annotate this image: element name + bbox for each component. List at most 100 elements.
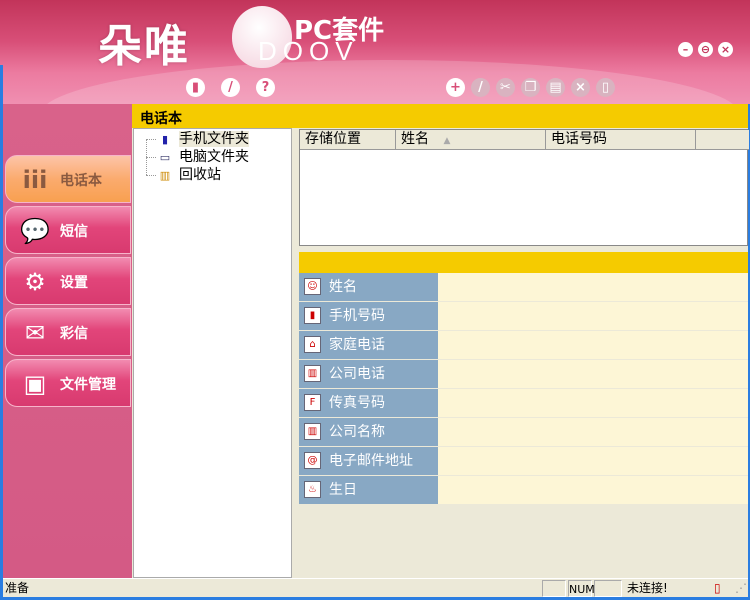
- disconnected-phone-icon: ▯: [714, 581, 721, 595]
- num-lock-indicator: NUM: [568, 580, 595, 597]
- detail-value-field[interactable]: [438, 476, 748, 504]
- sidebar-item-label: 彩信: [60, 326, 88, 342]
- sidebar-item-file-manager[interactable]: ▣ 文件管理: [5, 359, 131, 407]
- sms-icon: 💬: [20, 217, 50, 245]
- tree-node-label: 电脑文件夹: [179, 149, 249, 165]
- detail-label: ☺ 姓名: [299, 273, 438, 301]
- mms-icon: ✉: [24, 319, 46, 347]
- detail-label-text: 公司电话: [329, 366, 385, 382]
- phone-icon: ▮: [161, 133, 169, 146]
- detail-label-text: 手机号码: [329, 308, 385, 324]
- fax-icon: F: [304, 394, 321, 411]
- birthday-icon: ♨: [304, 481, 321, 498]
- sidebar-item-label: 电话本: [60, 173, 102, 189]
- sidebar-item-settings[interactable]: ⚙ 设置: [5, 257, 131, 305]
- export-button[interactable]: ▯: [596, 78, 615, 97]
- resize-grip-icon[interactable]: ⋰: [735, 579, 747, 597]
- email-icon: @: [304, 452, 321, 469]
- detail-row: ▥ 公司名称: [299, 418, 748, 446]
- detail-label: ▥ 公司电话: [299, 360, 438, 388]
- edit-button[interactable]: /: [471, 78, 490, 97]
- close-button[interactable]: ×: [718, 42, 733, 57]
- status-bar: 准备 NUM 未连接! ▯ ⋰: [3, 578, 748, 597]
- sidebar-item-sms[interactable]: 💬 短信: [5, 206, 131, 254]
- detail-row: F 传真号码: [299, 389, 748, 417]
- tree-node-phone[interactable]: ▮ 手机文件夹: [158, 130, 249, 148]
- paste-button[interactable]: ▤: [546, 78, 565, 97]
- folder-tree[interactable]: ▮ 手机文件夹 ▭ 电脑文件夹 ▥ 回收站: [133, 128, 292, 578]
- detail-label-text: 公司名称: [329, 424, 385, 440]
- minimize-button[interactable]: –: [678, 42, 693, 57]
- tree-line: [146, 157, 156, 158]
- detail-value-field[interactable]: [438, 360, 748, 388]
- detail-row: @ 电子邮件地址: [299, 447, 748, 475]
- tree-node-label: 手机文件夹: [179, 131, 249, 147]
- new-button[interactable]: ▮: [186, 78, 205, 97]
- detail-label: ▥ 公司名称: [299, 418, 438, 446]
- tree-node-recycle-bin[interactable]: ▥ 回收站: [158, 166, 221, 184]
- sidebar-item-label: 文件管理: [60, 377, 116, 393]
- detail-value-field[interactable]: [438, 302, 748, 330]
- column-header-storage[interactable]: 存储位置: [300, 130, 396, 150]
- detail-label-text: 电子邮件地址: [329, 453, 413, 469]
- cut-button[interactable]: ✂: [496, 78, 515, 97]
- detail-label-text: 家庭电话: [329, 337, 385, 353]
- status-text: 准备: [5, 581, 30, 595]
- detail-label-text: 生日: [329, 482, 357, 498]
- detail-value-field[interactable]: [438, 273, 748, 301]
- contacts-icon: iii: [22, 166, 48, 194]
- company-icon: ▥: [304, 423, 321, 440]
- column-header-phone[interactable]: 电话号码: [546, 130, 696, 150]
- tree-line: [146, 139, 156, 140]
- computer-icon: ▭: [159, 151, 171, 164]
- logo-text: 朵唯: [98, 21, 190, 72]
- sidebar-item-contacts[interactable]: iii 电话本: [5, 155, 131, 203]
- detail-row: ▮ 手机号码: [299, 302, 748, 330]
- column-header-name[interactable]: 姓名 ▲: [396, 130, 546, 150]
- add-button[interactable]: +: [446, 78, 465, 97]
- detail-value-field[interactable]: [438, 389, 748, 417]
- detail-row: ⌂ 家庭电话: [299, 331, 748, 359]
- sidebar-item-label: 短信: [60, 224, 88, 240]
- help-button[interactable]: ?: [256, 78, 275, 97]
- status-pane: [594, 580, 622, 597]
- delete-button[interactable]: ×: [571, 78, 590, 97]
- sidebar-item-label: 设置: [60, 275, 88, 291]
- column-header-filler: [696, 130, 749, 150]
- detail-row: ☺ 姓名: [299, 273, 748, 301]
- edit-button[interactable]: /: [221, 78, 240, 97]
- main-panel: ▮ 手机文件夹 ▭ 电脑文件夹 ▥ 回收站 存储位置 姓名 ▲ 电话号码 ☺ 姓名 ▮ 手机号码…: [132, 128, 749, 578]
- recycle-bin-icon: ▥: [159, 169, 171, 182]
- detail-value-field[interactable]: [438, 447, 748, 475]
- detail-label-text: 姓名: [329, 279, 357, 295]
- detail-value-field[interactable]: [438, 331, 748, 359]
- connection-status: 未连接!: [627, 581, 668, 595]
- contact-list[interactable]: 存储位置 姓名 ▲ 电话号码: [299, 129, 749, 246]
- detail-label: ⌂ 家庭电话: [299, 331, 438, 359]
- logo-suffix: PC套件: [294, 16, 385, 46]
- detail-header-bar: [299, 252, 748, 273]
- mobile-icon: ▮: [304, 307, 321, 324]
- detail-label: @ 电子邮件地址: [299, 447, 438, 475]
- name-icon: ☺: [304, 278, 321, 295]
- tree-node-computer[interactable]: ▭ 电脑文件夹: [158, 148, 249, 166]
- detail-label: F 传真号码: [299, 389, 438, 417]
- restore-button[interactable]: ⊖: [698, 42, 713, 57]
- detail-row: ♨ 生日: [299, 476, 748, 504]
- home-phone-icon: ⌂: [304, 336, 321, 353]
- detail-label: ▮ 手机号码: [299, 302, 438, 330]
- copy-button[interactable]: ❐: [521, 78, 540, 97]
- detail-label: ♨ 生日: [299, 476, 438, 504]
- tree-node-label: 回收站: [179, 167, 221, 183]
- status-pane: [542, 580, 566, 597]
- sort-ascending-icon: ▲: [443, 136, 451, 146]
- tree-line: [146, 175, 156, 176]
- app-header: 朵唯 DOOV PC套件 – ⊖ × ▮ /? + / ✂ ❐ ▤ × ▯: [0, 0, 750, 104]
- office-phone-icon: ▥: [304, 365, 321, 382]
- sidebar-item-mms[interactable]: ✉ 彩信: [5, 308, 131, 356]
- panel-title: 电话本: [132, 104, 748, 128]
- settings-icon: ⚙: [24, 268, 46, 296]
- detail-value-field[interactable]: [438, 418, 748, 446]
- detail-label-text: 传真号码: [329, 395, 385, 411]
- detail-row: ▥ 公司电话: [299, 360, 748, 388]
